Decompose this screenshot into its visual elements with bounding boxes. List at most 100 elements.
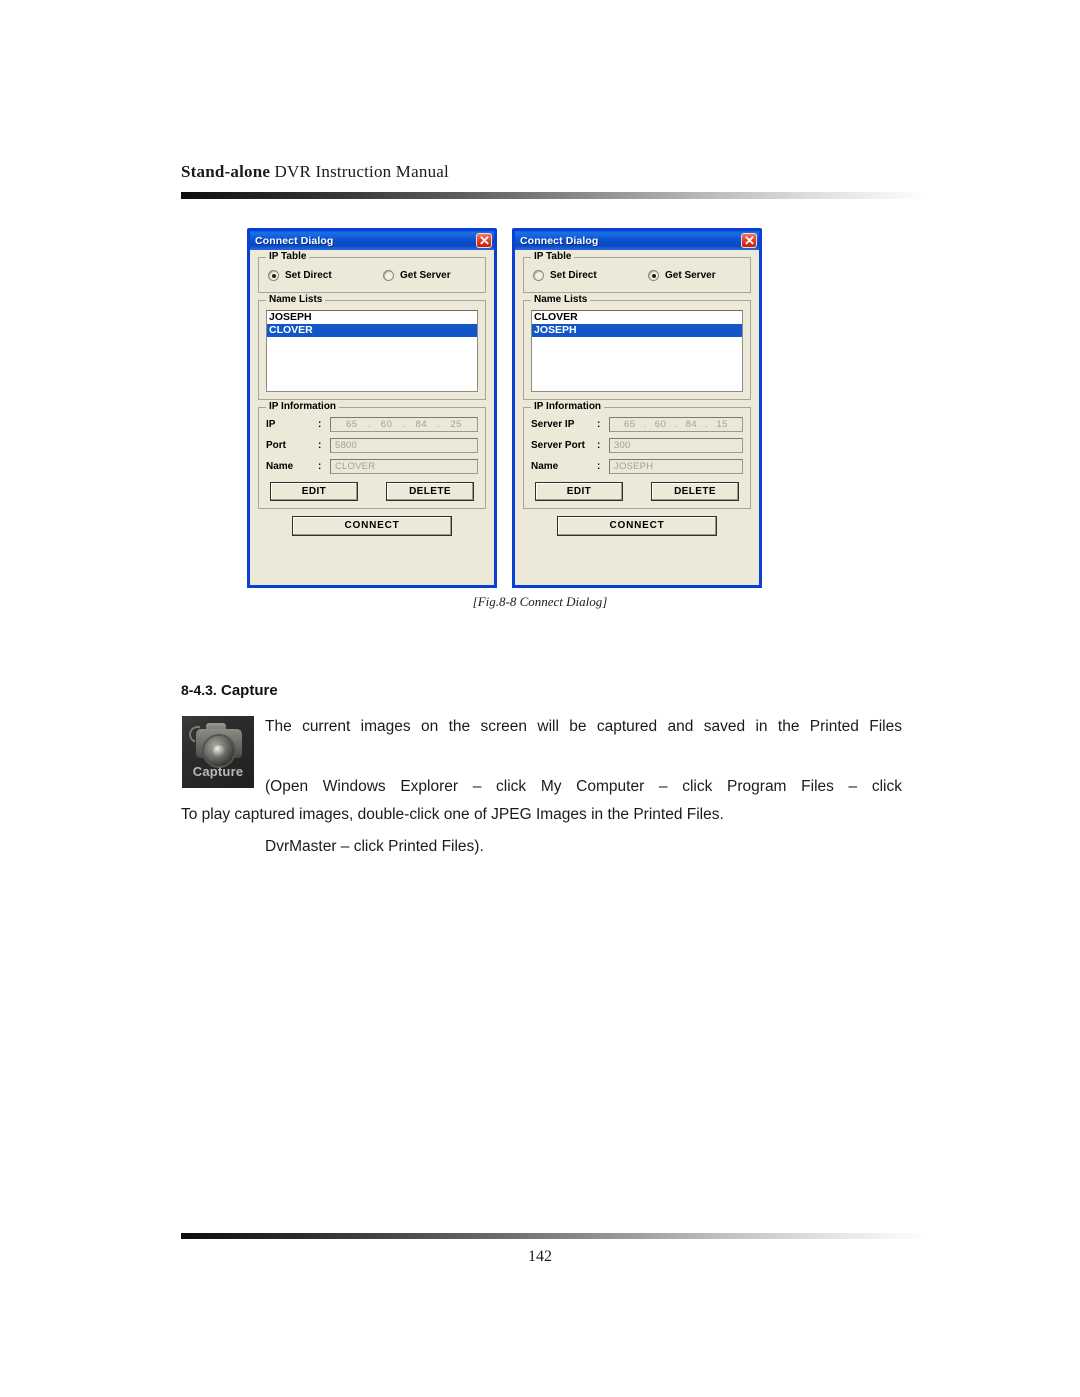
name-lists-group: Name Lists JOSEPH CLOVER bbox=[258, 294, 486, 400]
header-divider bbox=[181, 192, 921, 199]
radio-mark-icon[interactable] bbox=[268, 270, 279, 281]
server-port-colon: : bbox=[597, 440, 601, 451]
capture-paragraph-2: To play captured images, double-click on… bbox=[181, 806, 724, 823]
ip-colon: : bbox=[318, 419, 322, 430]
ip-octet-2: 60 bbox=[380, 419, 393, 430]
ip-information-group: IP Information Server IP : 65 . 60 . 84 … bbox=[523, 401, 751, 509]
figure-connect-dialog: Connect Dialog IP Table Set Direct Get S… bbox=[0, 228, 1080, 594]
port-label: Port bbox=[266, 440, 286, 451]
section-title: Capture bbox=[220, 682, 278, 699]
radio-mark-icon[interactable] bbox=[533, 270, 544, 281]
server-ip-label: Server IP bbox=[531, 419, 575, 430]
name-lists-legend: Name Lists bbox=[266, 294, 326, 305]
name-field-row: Name : JOSEPH bbox=[531, 459, 743, 474]
dialog-pair: Connect Dialog IP Table Set Direct Get S… bbox=[0, 228, 1080, 594]
edit-delete-row: EDIT DELETE bbox=[531, 480, 743, 501]
camera-lens-glass-icon bbox=[213, 745, 225, 757]
name-input[interactable]: CLOVER bbox=[330, 459, 478, 474]
server-port-input[interactable]: 300 bbox=[609, 438, 743, 453]
connect-button[interactable]: CONNECT bbox=[292, 516, 452, 536]
window-title: Connect Dialog bbox=[520, 234, 599, 247]
footer-divider bbox=[181, 1233, 921, 1239]
ip-octet-2: 60 bbox=[654, 419, 667, 430]
page-number: 142 bbox=[528, 1248, 552, 1265]
ip-table-radio-row: Set Direct Get Server bbox=[531, 267, 743, 285]
ip-octet-3: 84 bbox=[685, 419, 698, 430]
server-ip-field-row: Server IP : 65 . 60 . 84 . 15 bbox=[531, 417, 743, 432]
header-title-rest: DVR Instruction Manual bbox=[270, 162, 449, 181]
ip-octet-1: 65 bbox=[346, 419, 358, 430]
edit-button[interactable]: EDIT bbox=[270, 482, 358, 501]
ip-dot: . bbox=[402, 419, 406, 430]
server-ip-input[interactable]: 65 . 60 . 84 . 15 bbox=[609, 417, 743, 432]
ip-octets: 65 . 60 . 84 . 25 bbox=[335, 419, 473, 430]
list-item[interactable]: JOSEPH bbox=[532, 324, 742, 337]
list-item[interactable]: CLOVER bbox=[267, 324, 477, 337]
radio-set-direct[interactable]: Set Direct bbox=[533, 270, 648, 281]
name-label: Name bbox=[266, 461, 294, 472]
ip-table-group: IP Table Set Direct Get Server bbox=[258, 251, 486, 293]
radio-mark-icon[interactable] bbox=[648, 270, 659, 281]
radio-get-server[interactable]: Get Server bbox=[648, 270, 716, 281]
section-heading: 8-4.3. Capture bbox=[181, 682, 278, 699]
connect-dialog-get-server[interactable]: Connect Dialog IP Table Set Direct Get S… bbox=[512, 228, 762, 588]
list-item[interactable]: JOSEPH bbox=[267, 311, 477, 324]
radio-set-direct[interactable]: Set Direct bbox=[268, 270, 383, 281]
section-number: 8-4.3. bbox=[181, 682, 217, 698]
name-field-row: Name : CLOVER bbox=[266, 459, 478, 474]
close-icon[interactable] bbox=[476, 233, 492, 248]
header-title-bold: Stand-alone bbox=[181, 162, 271, 181]
header-title: Stand-alone DVR Instruction Manual bbox=[181, 162, 921, 182]
radio-get-server[interactable]: Get Server bbox=[383, 270, 451, 281]
ip-label: IP bbox=[266, 419, 276, 430]
ip-table-legend: IP Table bbox=[266, 251, 310, 262]
name-lists-legend: Name Lists bbox=[531, 294, 591, 305]
ip-input[interactable]: 65 . 60 . 84 . 25 bbox=[330, 417, 478, 432]
edit-delete-row: EDIT DELETE bbox=[266, 480, 478, 501]
window-title: Connect Dialog bbox=[255, 234, 334, 247]
capture-paragraph: The current images on the screen will be… bbox=[265, 712, 902, 862]
ip-dot: . bbox=[705, 419, 709, 430]
radio-mark-icon[interactable] bbox=[383, 270, 394, 281]
connect-dialog-set-direct[interactable]: Connect Dialog IP Table Set Direct Get S… bbox=[247, 228, 497, 588]
name-colon: : bbox=[597, 461, 601, 472]
ip-octet-1: 65 bbox=[624, 419, 636, 430]
ip-octets: 65 . 60 . 84 . 15 bbox=[614, 419, 738, 430]
manual-page: Stand-alone DVR Instruction Manual Conne… bbox=[0, 0, 1080, 1397]
name-colon: : bbox=[318, 461, 322, 472]
connect-button[interactable]: CONNECT bbox=[557, 516, 717, 536]
ip-table-radio-row: Set Direct Get Server bbox=[266, 267, 478, 285]
title-bar: Connect Dialog bbox=[250, 231, 494, 250]
ip-information-legend: IP Information bbox=[266, 401, 340, 412]
name-list[interactable]: JOSEPH CLOVER bbox=[266, 310, 478, 392]
port-value: 5800 bbox=[335, 440, 357, 451]
name-input[interactable]: JOSEPH bbox=[609, 459, 743, 474]
ip-octet-4: 15 bbox=[716, 419, 728, 430]
list-item[interactable]: CLOVER bbox=[532, 311, 742, 324]
name-value: JOSEPH bbox=[614, 461, 654, 472]
radio-set-direct-label: Set Direct bbox=[285, 270, 332, 281]
name-list[interactable]: CLOVER JOSEPH bbox=[531, 310, 743, 392]
dialog-body: IP Table Set Direct Get Server Name List… bbox=[250, 250, 494, 585]
server-port-value: 300 bbox=[614, 440, 631, 451]
ip-octet-4: 25 bbox=[450, 419, 462, 430]
name-label: Name bbox=[531, 461, 559, 472]
delete-button[interactable]: DELETE bbox=[651, 482, 739, 501]
delete-button[interactable]: DELETE bbox=[386, 482, 474, 501]
port-input[interactable]: 5800 bbox=[330, 438, 478, 453]
server-port-label: Server Port bbox=[531, 440, 585, 451]
server-port-field-row: Server Port : 300 bbox=[531, 438, 743, 453]
capture-icon: Capture bbox=[182, 716, 254, 788]
ip-octet-3: 84 bbox=[415, 419, 428, 430]
figure-caption: [Fig.8-8 Connect Dialog] bbox=[472, 594, 608, 609]
ip-information-group: IP Information IP : 65 . 60 . 84 . 25 Po… bbox=[258, 401, 486, 509]
radio-set-direct-label: Set Direct bbox=[550, 270, 597, 281]
name-value: CLOVER bbox=[335, 461, 376, 472]
radio-get-server-label: Get Server bbox=[400, 270, 451, 281]
name-lists-group: Name Lists CLOVER JOSEPH bbox=[523, 294, 751, 400]
ip-table-group: IP Table Set Direct Get Server bbox=[523, 251, 751, 293]
document-header: Stand-alone DVR Instruction Manual bbox=[181, 162, 921, 182]
ip-dot: . bbox=[674, 419, 678, 430]
edit-button[interactable]: EDIT bbox=[535, 482, 623, 501]
close-icon[interactable] bbox=[741, 233, 757, 248]
